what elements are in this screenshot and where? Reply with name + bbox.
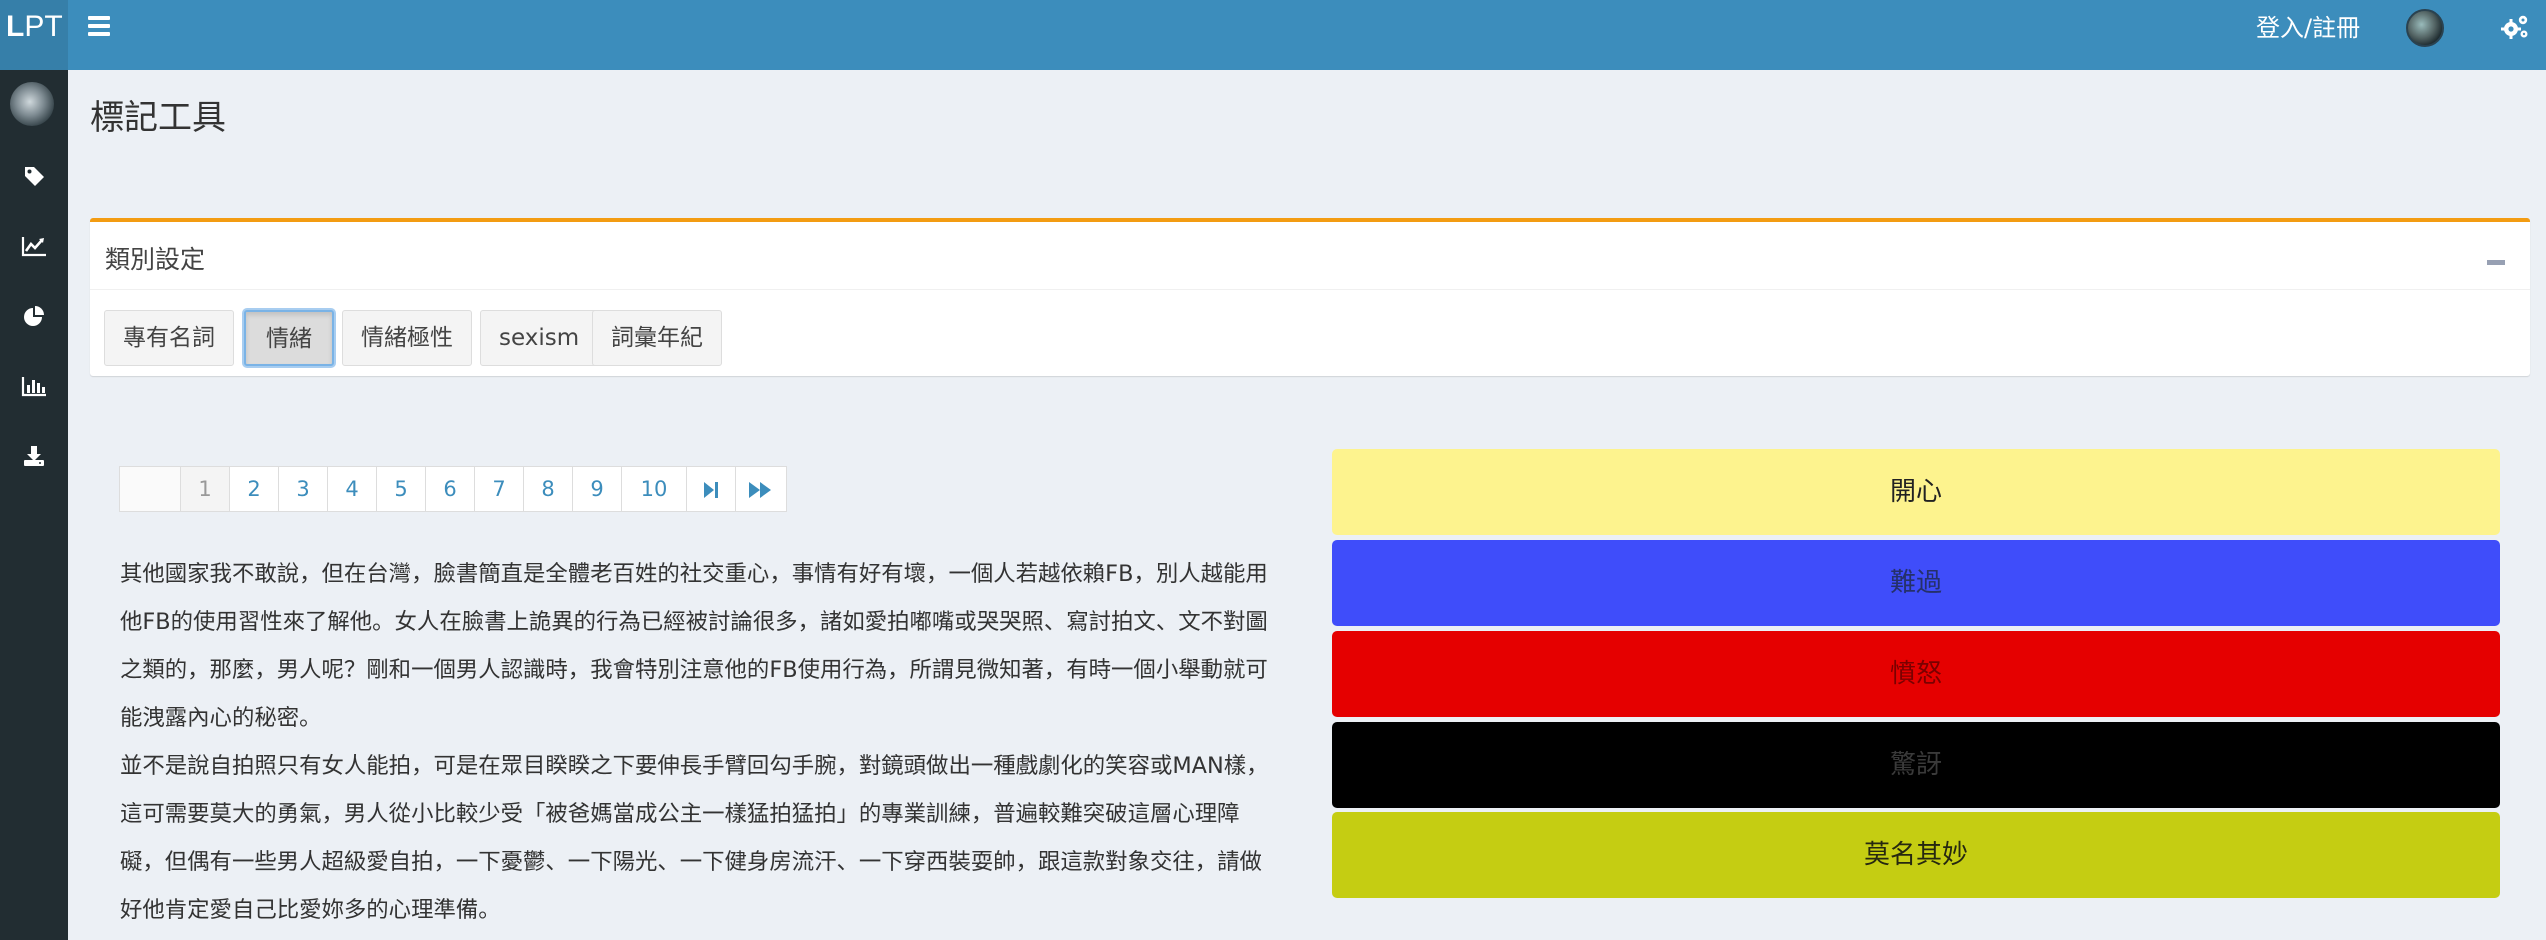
emotion-button-sad[interactable]: 難過 — [1332, 540, 2500, 626]
gears-icon[interactable] — [2500, 12, 2530, 42]
app-logo[interactable]: LPT — [0, 0, 68, 70]
page-link-9[interactable]: 9 — [572, 466, 622, 512]
collapse-minus-icon[interactable] — [2487, 260, 2505, 265]
pagination: 1 2 3 4 5 6 7 8 9 10 — [119, 466, 787, 512]
logo-bold-letter: L — [6, 10, 25, 43]
sidebar-item-line-chart[interactable] — [0, 218, 68, 274]
top-navbar: LPT 登入/註冊 — [0, 0, 2546, 70]
step-forward-icon — [704, 482, 718, 498]
article-text: 其他國家我不敢說，但在台灣，臉書簡直是全體老百姓的社交重心，事情有好有壞，一個人… — [120, 550, 1280, 934]
next-page-button[interactable] — [686, 466, 736, 512]
category-button-proper-noun[interactable]: 專有名詞 — [104, 310, 234, 366]
sidebar-toggle-icon[interactable] — [88, 16, 112, 38]
login-register-link[interactable]: 登入/註冊 — [2256, 10, 2360, 46]
emotion-button-happy[interactable]: 開心 — [1332, 449, 2500, 535]
last-page-button[interactable] — [735, 466, 787, 512]
page-link-2[interactable]: 2 — [229, 466, 279, 512]
sidebar — [0, 70, 68, 940]
fast-forward-icon — [749, 482, 771, 498]
category-button-sexism[interactable]: sexism — [480, 310, 599, 366]
bar-chart-icon — [21, 377, 46, 397]
sidebar-item-pie-chart[interactable] — [0, 288, 68, 344]
page-link-7[interactable]: 7 — [474, 466, 524, 512]
user-avatar[interactable] — [2406, 9, 2444, 47]
article-paragraph: 並不是說自拍照只有女人能拍，可是在眾目睽睽之下要伸長手臂回勾手腕，對鏡頭做出一種… — [120, 753, 1269, 923]
page-link-4[interactable]: 4 — [327, 466, 377, 512]
category-button-word-age[interactable]: 詞彙年紀 — [592, 310, 722, 366]
page-link-6[interactable]: 6 — [425, 466, 475, 512]
line-chart-icon — [21, 237, 46, 257]
page-link-10[interactable]: 10 — [621, 466, 687, 512]
download-icon — [24, 446, 44, 466]
page-link-3[interactable]: 3 — [278, 466, 328, 512]
sidebar-item-download[interactable] — [0, 428, 68, 484]
emotion-button-confused[interactable]: 莫名其妙 — [1332, 812, 2500, 898]
pie-chart-icon — [24, 306, 44, 326]
sidebar-user-avatar — [10, 82, 54, 126]
page-link-5[interactable]: 5 — [376, 466, 426, 512]
logo-rest-text: PT — [24, 10, 63, 43]
page-link-8[interactable]: 8 — [523, 466, 573, 512]
emotion-button-surprised[interactable]: 驚訝 — [1332, 722, 2500, 808]
sidebar-item-bar-chart[interactable] — [0, 358, 68, 414]
tag-icon — [25, 167, 44, 186]
box-title: 類別設定 — [105, 245, 206, 274]
page-link-1[interactable]: 1 — [180, 466, 230, 512]
sidebar-item-tags[interactable] — [0, 148, 68, 204]
box-header: 類別設定 — [90, 222, 2530, 290]
category-button-emotion[interactable]: 情緒 — [244, 310, 334, 366]
pagination-prev-blank — [119, 466, 181, 512]
article-paragraph: 其他國家我不敢說，但在台灣，臉書簡直是全體老百姓的社交重心，事情有好有壞，一個人… — [120, 561, 1268, 731]
page-title: 標記工具 — [90, 98, 226, 138]
emotion-button-angry[interactable]: 憤怒 — [1332, 631, 2500, 717]
category-button-sentiment-polarity[interactable]: 情緒極性 — [342, 310, 472, 366]
category-settings-box: 類別設定 專有名詞 情緒 情緒極性 sexism 詞彙年紀 — [90, 218, 2530, 376]
